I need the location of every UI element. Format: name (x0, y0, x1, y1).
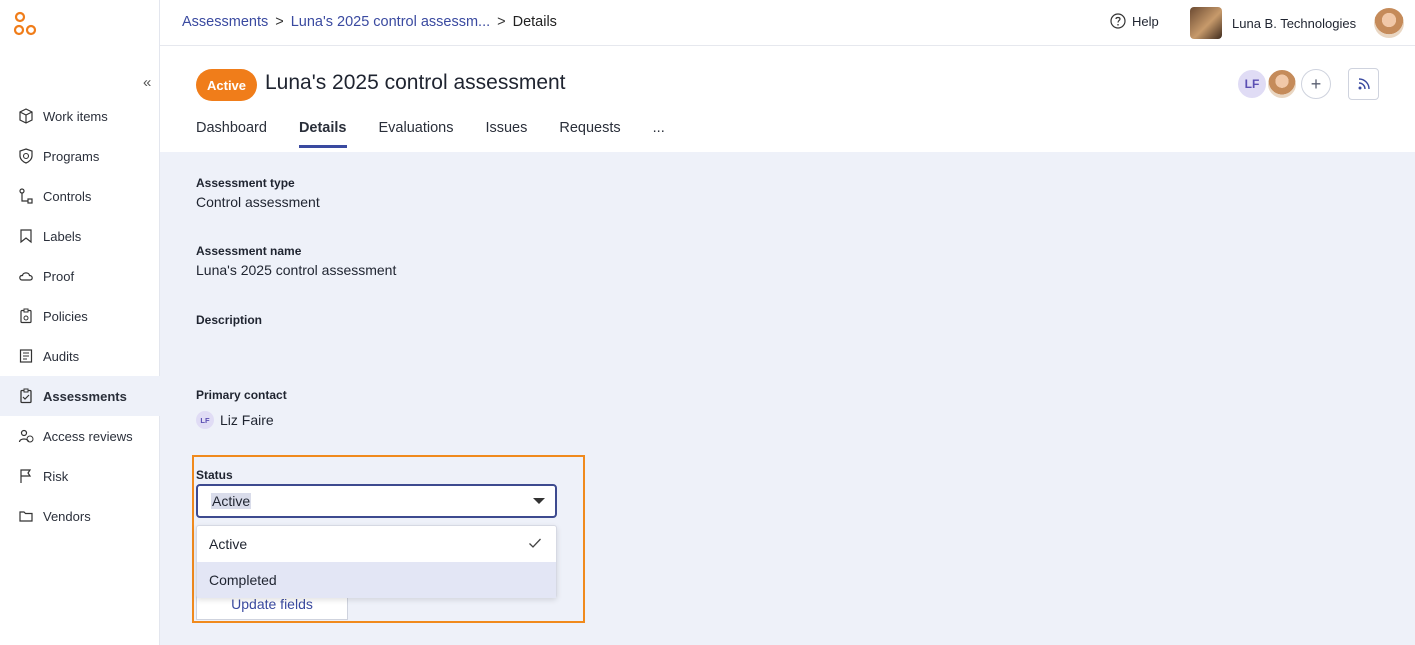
flow-icon (17, 187, 35, 205)
cloud-icon (17, 267, 35, 285)
bookmark-icon (17, 227, 35, 245)
sidebar-item-access-reviews[interactable]: Access reviews (0, 416, 160, 456)
status-select-value: Active (211, 493, 252, 509)
sidebar-item-label: Risk (43, 468, 69, 484)
sidebar-item-label: Assessments (43, 388, 127, 404)
help-button[interactable]: Help (1110, 13, 1159, 29)
assessment-name-label: Assessment name (196, 244, 302, 258)
description-label: Description (196, 313, 263, 327)
sidebar-item-work-items[interactable]: Work items (0, 96, 160, 136)
sidebar-item-label: Access reviews (43, 428, 133, 444)
sidebar-item-label: Programs (43, 148, 100, 164)
details-panel: Assessment type Control assessment Asses… (160, 152, 1415, 645)
sidebar: « Work items Programs Controls Labels Pr… (0, 0, 160, 645)
add-collaborator-button[interactable]: + (1301, 69, 1331, 99)
collaborator-avatar-photo[interactable] (1266, 68, 1298, 100)
primary-contact-name: Liz Faire (220, 412, 274, 428)
document-list-icon (17, 347, 35, 365)
flag-icon (17, 467, 35, 485)
primary-contact: LF Liz Faire (196, 411, 274, 429)
breadcrumb-separator: > (275, 14, 284, 30)
breadcrumb-assessments-link[interactable]: Assessments (182, 14, 268, 30)
breadcrumb-separator: > (497, 14, 506, 30)
sidebar-item-programs[interactable]: Programs (0, 136, 160, 176)
assessment-type-label: Assessment type (196, 176, 295, 190)
sidebar-item-label: Audits (43, 348, 80, 364)
assessment-type-value: Control assessment (196, 194, 320, 210)
assessment-name-value: Luna's 2025 control assessment (196, 262, 397, 278)
sidebar-item-assessments[interactable]: Assessments (0, 376, 160, 416)
primary-contact-label: Primary contact (196, 388, 287, 402)
status-option-active[interactable]: Active (197, 526, 556, 562)
collaborators: LF + (1236, 68, 1331, 100)
sidebar-item-label: Policies (43, 308, 88, 324)
status-label: Status (196, 468, 233, 482)
rss-icon (1358, 78, 1370, 90)
org-avatar (1190, 7, 1222, 39)
tab-evaluations[interactable]: Evaluations (379, 120, 454, 148)
sidebar-item-label: Vendors (43, 508, 91, 524)
user-avatar[interactable] (1374, 8, 1404, 38)
clipboard-gear-icon (17, 307, 35, 325)
status-option-completed[interactable]: Completed (197, 562, 556, 598)
sidebar-item-controls[interactable]: Controls (0, 176, 160, 216)
sidebar-item-proof[interactable]: Proof (0, 256, 160, 296)
tab-requests[interactable]: Requests (559, 120, 620, 148)
sidebar-item-label: Work items (43, 108, 108, 124)
org-name: Luna B. Technologies (1232, 15, 1357, 31)
breadcrumb-assessment-link[interactable]: Luna's 2025 control assessm... (291, 14, 490, 30)
folder-icon (17, 507, 35, 525)
sidebar-item-vendors[interactable]: Vendors (0, 496, 160, 536)
tab-dashboard[interactable]: Dashboard (196, 120, 267, 148)
box-icon (17, 107, 35, 125)
breadcrumb-current: Details (512, 14, 557, 30)
page-title: Luna's 2025 control assessment (265, 71, 566, 94)
question-circle-icon (1110, 13, 1126, 29)
app-logo[interactable] (12, 11, 38, 37)
top-bar: Assessments > Luna's 2025 control assess… (160, 0, 1415, 46)
clipboard-check-icon (17, 387, 35, 405)
tab-more[interactable]: ... (653, 120, 665, 148)
collaborator-avatar[interactable]: LF (1236, 68, 1268, 100)
breadcrumb: Assessments > Luna's 2025 control assess… (182, 14, 557, 30)
sidebar-item-risk[interactable]: Risk (0, 456, 160, 496)
org-switcher[interactable]: Luna B. Technologies (1190, 7, 1356, 39)
status-select[interactable]: Active (196, 484, 557, 518)
collapse-sidebar-icon[interactable]: « (143, 74, 151, 91)
primary-contact-avatar: LF (196, 411, 214, 429)
tab-bar: Dashboard Details Evaluations Issues Req… (196, 120, 665, 148)
rss-feed-button[interactable] (1348, 68, 1379, 100)
shield-icon (17, 147, 35, 165)
user-check-icon (17, 427, 35, 445)
sidebar-item-label: Controls (43, 188, 92, 204)
option-label: Completed (209, 572, 277, 588)
page-header: Active Luna's 2025 control assessment LF… (160, 46, 1415, 152)
sidebar-item-label: Proof (43, 268, 75, 284)
check-icon (529, 538, 541, 548)
sidebar-item-audits[interactable]: Audits (0, 336, 160, 376)
tab-details[interactable]: Details (298, 120, 347, 148)
status-dropdown-menu: Active Completed (196, 525, 557, 598)
sidebar-item-label: Labels (43, 228, 82, 244)
chevron-down-icon (533, 498, 545, 504)
option-label: Active (209, 536, 248, 552)
sidebar-item-policies[interactable]: Policies (0, 296, 160, 336)
status-badge: Active (196, 69, 258, 101)
sidebar-item-labels[interactable]: Labels (0, 216, 160, 256)
tab-issues[interactable]: Issues (485, 120, 527, 148)
help-label: Help (1132, 13, 1159, 29)
sidebar-nav: Work items Programs Controls Labels Proo… (0, 96, 160, 536)
